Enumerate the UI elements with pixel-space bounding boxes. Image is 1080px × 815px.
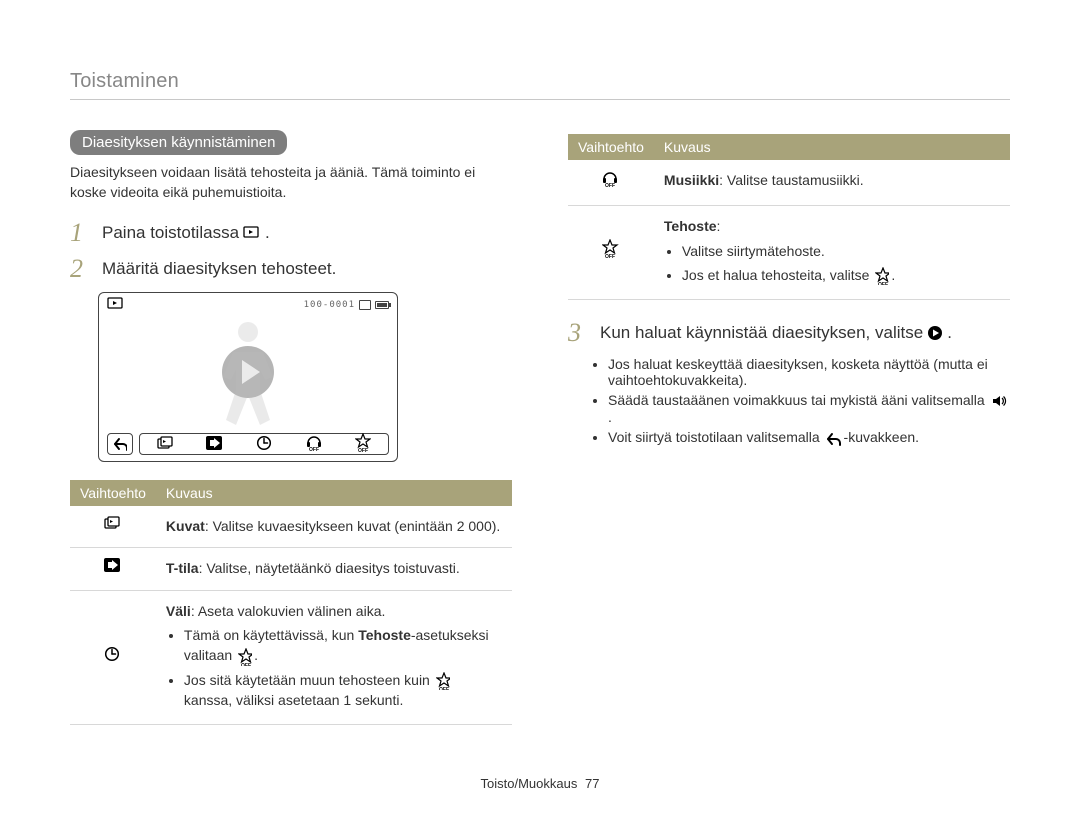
playback-mode-icon	[107, 297, 123, 312]
step-3-text-before: Kun haluat käynnistää diaesityksen, vali…	[600, 323, 923, 343]
images-icon	[104, 519, 122, 535]
th-desc: Kuvaus	[156, 480, 512, 506]
step-1: 1 Paina toistotilassa .	[70, 220, 512, 246]
right-column: Vaihtoehto Kuvaus Musiikki: Valitse taus…	[568, 130, 1010, 725]
camera-screen-preview: 100-0001	[98, 292, 398, 462]
options-table-right: Vaihtoehto Kuvaus Musiikki: Valitse taus…	[568, 134, 1010, 300]
step-3-text-after: .	[947, 323, 952, 343]
slideshow-option-bar[interactable]	[139, 433, 389, 455]
th-option: Vaihtoehto	[568, 134, 654, 160]
images-icon	[157, 436, 173, 453]
row-vali: Väli: Aseta valokuvien välinen aika. Täm…	[156, 590, 512, 724]
page-footer: Toisto/Muokkaus 77	[0, 776, 1080, 791]
header-divider	[70, 99, 1010, 100]
headphones-off-icon	[602, 177, 620, 193]
page-number: 77	[585, 776, 599, 791]
star-off-icon	[355, 433, 371, 456]
th-desc: Kuvaus	[654, 134, 1010, 160]
speaker-icon	[991, 393, 1007, 409]
file-id-readout: 100-0001	[304, 300, 355, 310]
row-musiikki: Musiikki: Valitse taustamusiikki.	[654, 160, 1010, 206]
back-arrow-icon	[826, 432, 842, 446]
step-number: 1	[70, 220, 92, 246]
row-kuvat: Kuvat: Valitse kuvaesitykseen kuvat (eni…	[156, 506, 512, 548]
arrow-right-icon	[104, 561, 122, 577]
star-off-icon	[875, 267, 889, 285]
row-tehoste: Tehoste: Valitse siirtymätehoste. Jos et…	[654, 206, 1010, 300]
left-column: Diaesityksen käynnistäminen Diaesityksee…	[70, 130, 512, 725]
star-off-icon	[602, 248, 620, 264]
memory-card-icon	[359, 300, 371, 310]
clock-icon	[256, 435, 272, 454]
step-number: 3	[568, 320, 590, 346]
step-3-notes: Jos haluat keskeyttää diaesityksen, kosk…	[608, 356, 1010, 446]
play-circle-icon	[927, 325, 943, 341]
arrow-right-icon	[206, 436, 222, 453]
star-off-icon	[436, 672, 450, 690]
battery-icon	[375, 301, 389, 309]
step-2: 2 Määritä diaesityksen tehosteet.	[70, 256, 512, 282]
intro-text: Diaesitykseen voidaan lisätä tehosteita …	[70, 163, 512, 202]
slideshow-icon	[243, 226, 261, 240]
page-title: Toistaminen	[70, 70, 1010, 93]
headphones-off-icon	[306, 434, 322, 455]
th-option: Vaihtoehto	[70, 480, 156, 506]
step-3: 3 Kun haluat käynnistää diaesityksen, va…	[568, 320, 1010, 346]
row-ttila: T-tila: Valitse, näytetäänkö diaesitys t…	[156, 548, 512, 590]
back-button[interactable]	[107, 433, 133, 455]
footer-section: Toisto/Muokkaus	[481, 776, 578, 791]
silhouette-image	[203, 317, 293, 427]
star-off-icon	[238, 648, 252, 666]
section-heading: Diaesityksen käynnistäminen	[70, 130, 287, 155]
options-table-left: Vaihtoehto Kuvaus Kuvat: Valitse kuvaesi…	[70, 480, 512, 725]
step-number: 2	[70, 256, 92, 282]
step-1-text-after: .	[265, 223, 270, 243]
step-1-text-before: Paina toistotilassa	[102, 223, 239, 243]
step-2-text: Määritä diaesityksen tehosteet.	[102, 259, 336, 279]
clock-icon	[104, 651, 122, 667]
